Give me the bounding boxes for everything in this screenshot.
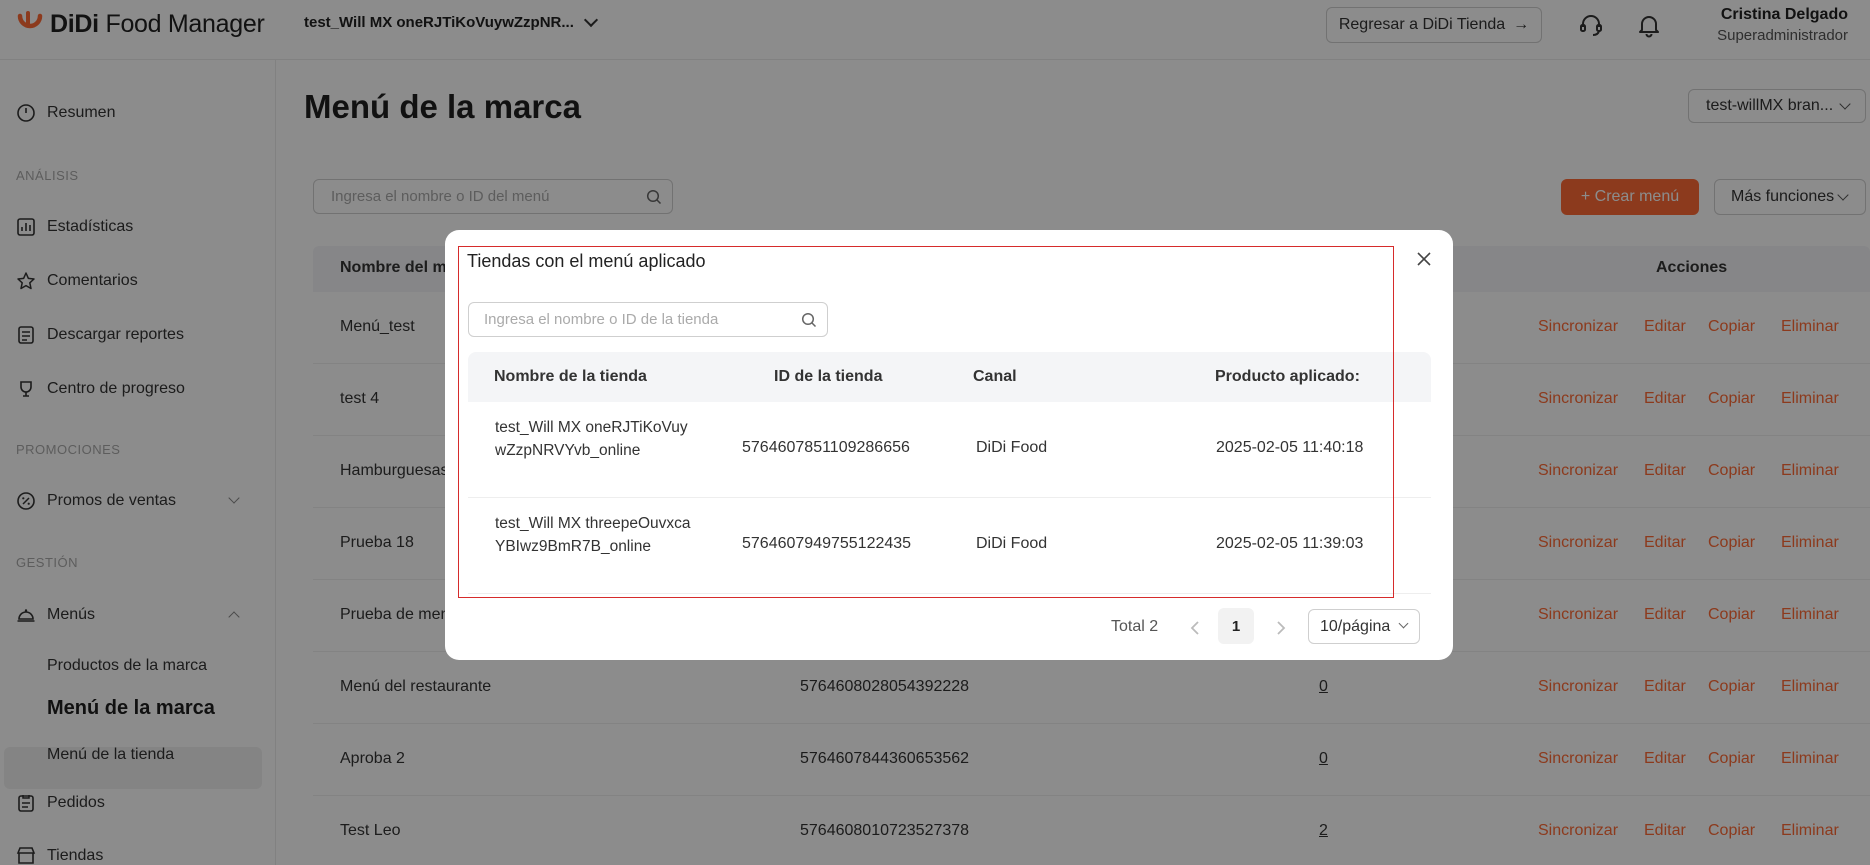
close-icon[interactable] <box>1415 250 1433 268</box>
page-size-label: 10/página <box>1320 617 1391 635</box>
chevron-down-icon <box>1398 618 1409 629</box>
chevron-right-icon[interactable] <box>1271 618 1291 638</box>
chevron-left-icon[interactable] <box>1185 618 1205 638</box>
applied-stores-modal: Tiendas con el menú aplicado Ingresa el … <box>445 230 1453 660</box>
annotation-highlight-box <box>458 246 1394 598</box>
page-size-select[interactable]: 10/página <box>1308 609 1420 644</box>
pagination-total: Total 2 <box>1111 618 1159 635</box>
pagination-page-1[interactable]: 1 <box>1218 608 1254 644</box>
